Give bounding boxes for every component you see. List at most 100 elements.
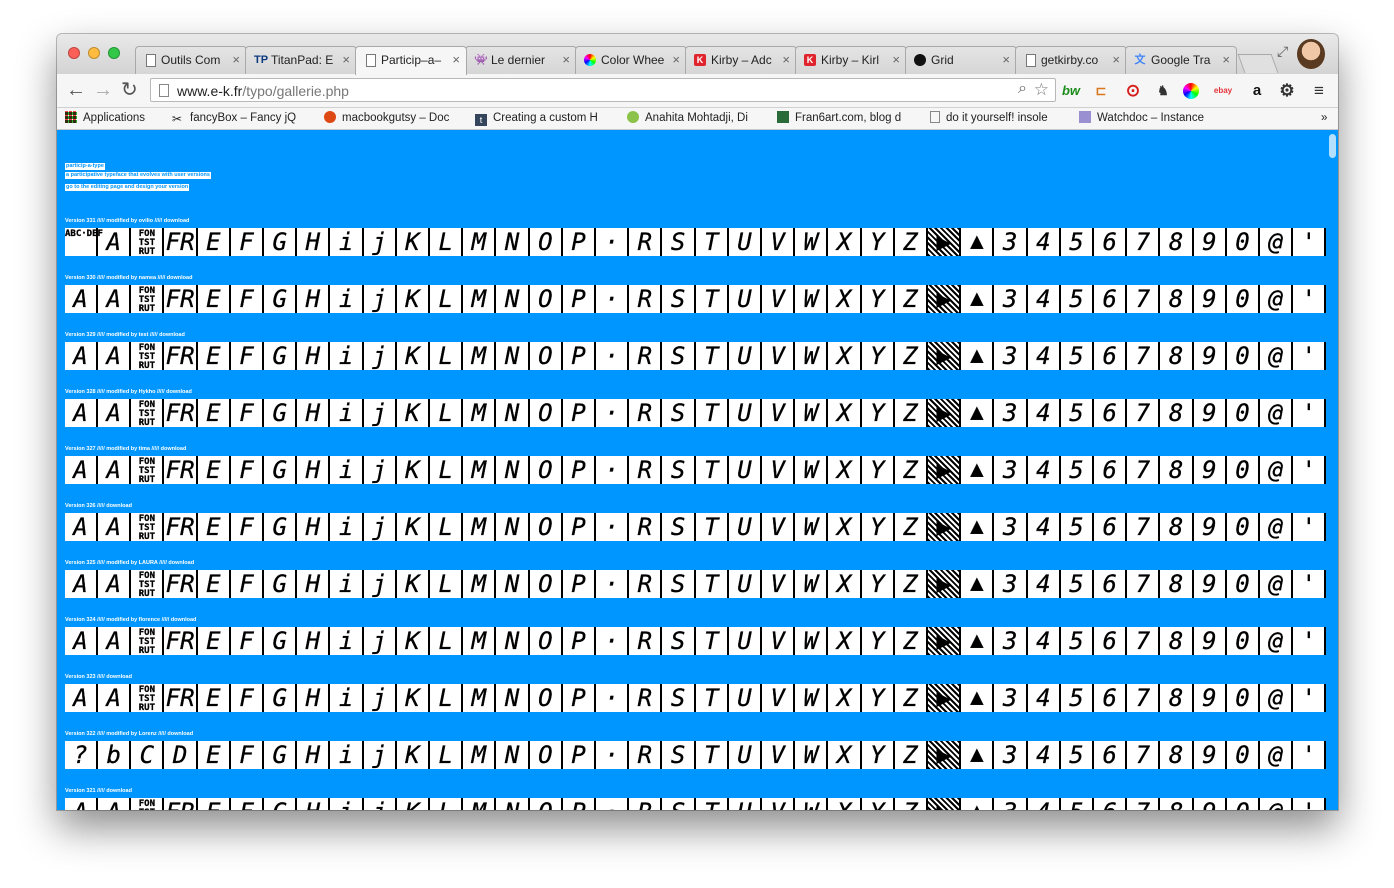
zoom-window-button[interactable] bbox=[108, 47, 120, 59]
glyph-cell: 6 bbox=[1094, 570, 1128, 598]
version-label[interactable]: Version 323 ///// download bbox=[65, 674, 132, 681]
glyph-cell: A bbox=[65, 456, 98, 484]
tab-outils-com[interactable]: Outils Com × bbox=[135, 46, 247, 74]
settings-icon[interactable]: ⚙ bbox=[1277, 81, 1297, 101]
close-tab-icon[interactable]: × bbox=[452, 52, 460, 67]
close-tab-icon[interactable]: × bbox=[892, 52, 900, 67]
glyph-cell: K bbox=[397, 627, 430, 655]
glyph-row: AAFON TST RUTFREFGHijKLMNOP·RSTUVWXYZ▶▲3… bbox=[65, 399, 1327, 427]
bookmark-diy-insole[interactable]: do it yourself! insole bbox=[930, 111, 1065, 126]
forward-arrow-icon[interactable]: → bbox=[93, 79, 113, 101]
version-label[interactable]: Version 331 ///// modified by ovilio ///… bbox=[65, 218, 189, 225]
close-tab-icon[interactable]: × bbox=[232, 52, 240, 67]
glyph-cell: Y bbox=[862, 456, 895, 484]
tab-le-dernier[interactable]: 👾 Le dernier × bbox=[465, 46, 577, 74]
bookmarks-bar: Applications ✂ fancyBox – Fancy jQ macboo… bbox=[57, 108, 1338, 130]
glyph-row: AAFON TST RUTFREFGHijKLMNOP·RSTUVWXYZ▶▲3… bbox=[65, 627, 1327, 655]
opera-icon[interactable]: ⊙ bbox=[1123, 81, 1143, 101]
scrollbar[interactable] bbox=[1326, 130, 1338, 810]
version-label[interactable]: Version 322 ///// modified by Lorenz ///… bbox=[65, 731, 193, 738]
glyph-cell: ' bbox=[1293, 456, 1327, 484]
version-label[interactable]: Version 327 ///// modified by tima /////… bbox=[65, 446, 186, 453]
close-tab-icon[interactable]: × bbox=[1002, 52, 1010, 67]
glyph-cell: A bbox=[98, 798, 132, 810]
glyph-cell: N bbox=[497, 627, 530, 655]
glyph-cell: V bbox=[762, 456, 796, 484]
feedly-icon[interactable]: ⊏ bbox=[1091, 81, 1111, 101]
close-tab-icon[interactable]: × bbox=[672, 52, 680, 67]
glyph-cell: ▶ bbox=[928, 684, 962, 712]
back-arrow-icon[interactable]: ← bbox=[66, 79, 86, 101]
version-label[interactable]: Version 326 ///// download bbox=[65, 503, 132, 510]
version-label[interactable]: Version 324 ///// modified by florence /… bbox=[65, 617, 196, 624]
close-tab-icon[interactable]: × bbox=[562, 52, 570, 67]
version-label[interactable]: Version 330 ///// modified by namea ////… bbox=[65, 275, 192, 282]
bookmark-macbookgutsy[interactable]: macbookgutsy – Doc bbox=[324, 111, 459, 126]
glyph-cell: 4 bbox=[1028, 684, 1061, 712]
colorpicker-icon[interactable] bbox=[1183, 83, 1199, 99]
glyph-cell: U bbox=[729, 513, 762, 541]
tab-google-translate[interactable]: 文 Google Tra × bbox=[1125, 46, 1237, 74]
bookmark-creating-custom[interactable]: t Creating a custom H bbox=[475, 111, 610, 126]
close-tab-icon[interactable]: × bbox=[782, 52, 790, 67]
glyph-cell: Y bbox=[862, 684, 895, 712]
evernote-icon[interactable]: ♞ bbox=[1153, 81, 1173, 101]
glyph-cell: FON TST RUT bbox=[131, 456, 165, 484]
new-tab-button[interactable] bbox=[1237, 54, 1279, 73]
tab-particip-a-type[interactable]: Particip–a– × bbox=[355, 46, 467, 75]
bookmark-label: Fran6art.com, blog d bbox=[795, 112, 902, 124]
glyph-cell: 8 bbox=[1161, 285, 1194, 313]
glyph-cell: U bbox=[729, 342, 762, 370]
tab-getkirby[interactable]: getkirby.co × bbox=[1015, 46, 1127, 74]
version-label[interactable]: Version 325 ///// modified by LAURA ////… bbox=[65, 560, 194, 567]
menu-icon[interactable]: ≡ bbox=[1309, 81, 1329, 101]
bookmark-fancybox[interactable]: ✂ fancyBox – Fancy jQ bbox=[172, 111, 307, 126]
profile-avatar[interactable] bbox=[1297, 39, 1325, 69]
glyph-cell: N bbox=[497, 570, 530, 598]
close-tab-icon[interactable]: × bbox=[1112, 52, 1120, 67]
edit-page-link[interactable]: go to the editing page and design your v… bbox=[65, 184, 190, 191]
bookmark-applications[interactable]: Applications bbox=[65, 111, 165, 126]
bookmark-watchdoc[interactable]: Watchdoc – Instance bbox=[1079, 111, 1214, 126]
site-title[interactable]: particip-a-type bbox=[65, 163, 105, 170]
document-icon bbox=[930, 111, 940, 123]
glyph-cell: P bbox=[563, 684, 596, 712]
glyph-cell: 0 bbox=[1227, 798, 1260, 810]
bookmarks-overflow-icon[interactable]: » bbox=[1321, 111, 1327, 126]
glyph-cell: 5 bbox=[1061, 228, 1094, 256]
glyph-cell: V bbox=[762, 684, 796, 712]
bookmark-anahita[interactable]: Anahita Mohtadji, Di bbox=[627, 111, 762, 126]
glyph-cell: O bbox=[530, 342, 563, 370]
glyph-cell: K bbox=[397, 228, 430, 256]
tab-titanpad[interactable]: TP TitanPad: E × bbox=[245, 46, 357, 74]
address-bar[interactable]: www.e-k.fr/typo/gallerie.php ⌕ ☆ bbox=[150, 78, 1056, 102]
glyph-cell: Y bbox=[862, 513, 895, 541]
fullscreen-icon[interactable]: ⤢ bbox=[1277, 43, 1288, 60]
ebay-icon[interactable]: ebay bbox=[1213, 81, 1233, 101]
reload-icon[interactable]: ↻ bbox=[121, 79, 138, 101]
url-text[interactable]: www.e-k.fr/typo/gallerie.php bbox=[177, 83, 349, 99]
glyph-cell: ' bbox=[1293, 684, 1327, 712]
glyph-cell: i bbox=[331, 513, 364, 541]
amazon-icon[interactable]: a bbox=[1247, 81, 1267, 101]
zoom-icon[interactable]: ⌕ bbox=[1018, 80, 1027, 98]
glyph-cell: K bbox=[397, 342, 430, 370]
glyph-row: AAFON TST RUTFREFGHijKLMNOP·RSTUVWXYZ▶▲3… bbox=[65, 798, 1327, 810]
scrollbar-thumb[interactable] bbox=[1329, 134, 1336, 158]
tab-grid[interactable]: Grid × bbox=[905, 46, 1017, 74]
version-label[interactable]: Version 328 ///// modified by Hykho ////… bbox=[65, 389, 192, 396]
version-label[interactable]: Version 329 ///// modified by test /////… bbox=[65, 332, 185, 339]
bw-extension-icon[interactable]: bw bbox=[1061, 81, 1081, 101]
version-label[interactable]: Version 321 ///// download bbox=[65, 788, 132, 795]
tab-kirby-add[interactable]: K Kirby – Adc × bbox=[685, 46, 797, 74]
close-window-button[interactable] bbox=[68, 47, 80, 59]
tab-color-wheel[interactable]: Color Whee × bbox=[575, 46, 687, 74]
glyph-cell: Y bbox=[862, 798, 895, 810]
bookmark-star-icon[interactable]: ☆ bbox=[1034, 80, 1049, 100]
tab-kirby-kirby[interactable]: K Kirby – Kirl × bbox=[795, 46, 907, 74]
close-tab-icon[interactable]: × bbox=[1222, 52, 1230, 67]
minimize-window-button[interactable] bbox=[88, 47, 100, 59]
close-tab-icon[interactable]: × bbox=[342, 52, 350, 67]
bookmark-fran6art[interactable]: Fran6art.com, blog d bbox=[777, 111, 915, 126]
glyph-cell: ▲ bbox=[961, 342, 995, 370]
